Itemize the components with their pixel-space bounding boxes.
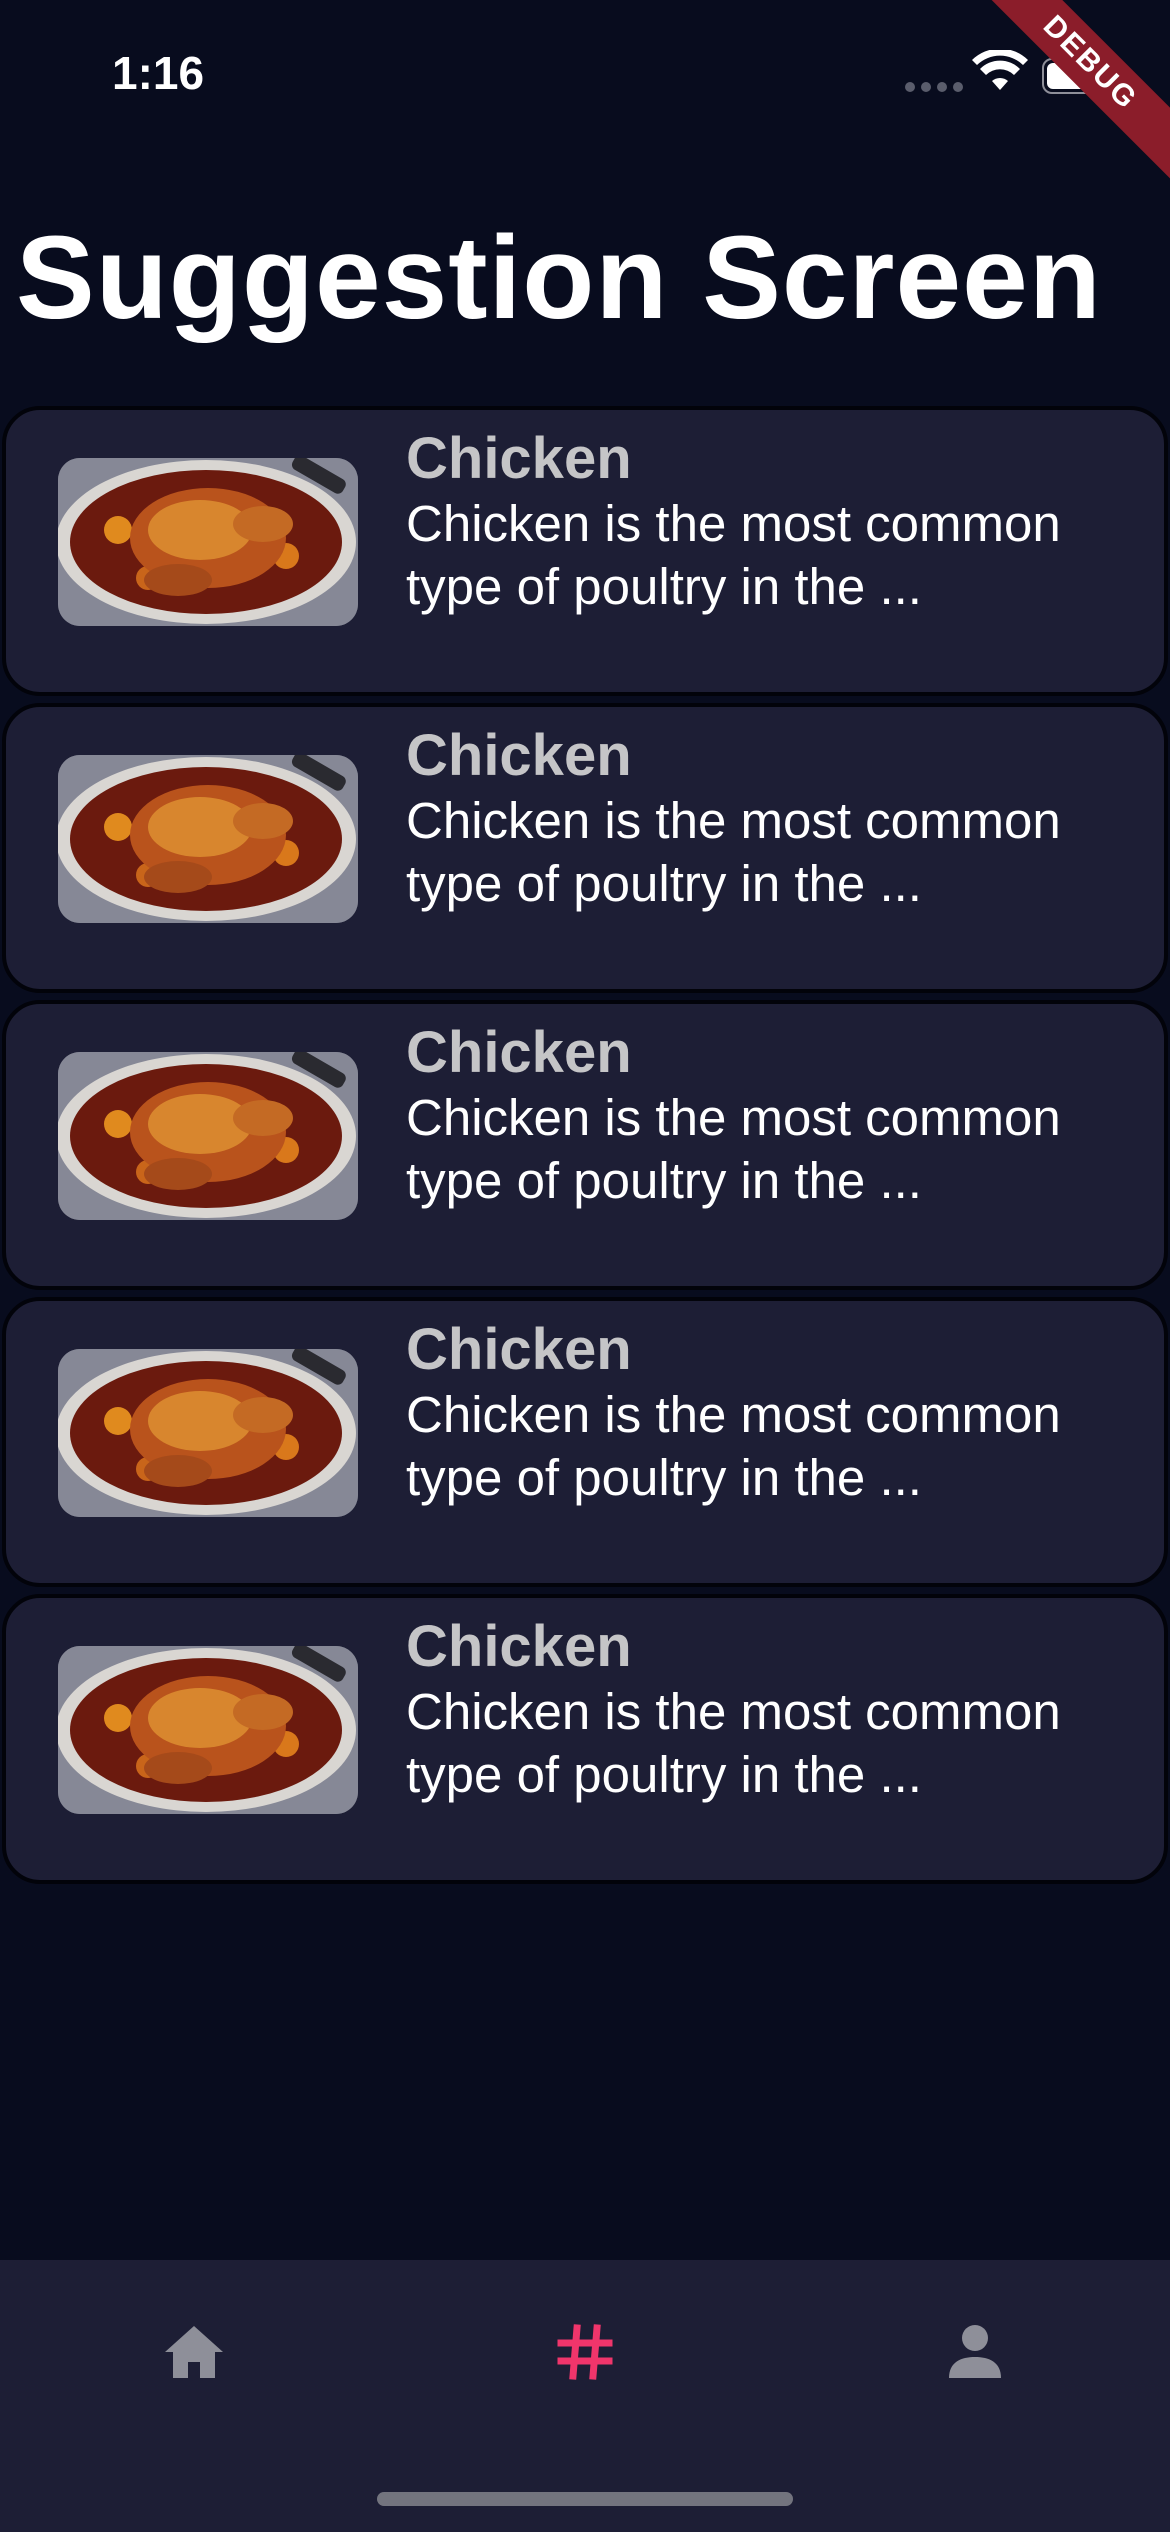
roast-chicken-image [58,1349,358,1517]
nav-profile-button[interactable] [915,2302,1035,2402]
suggestion-card[interactable]: Chicken Chicken is the most common type … [2,406,1168,696]
suggestion-description: Chicken is the most common type of poult… [406,1386,1061,1506]
suggestion-description: Chicken is the most common type of poult… [406,1089,1061,1209]
debug-banner: DEBUG [950,0,1170,220]
page-title: Suggestion Screen [16,212,1102,344]
suggestion-card[interactable]: Chicken Chicken is the most common type … [2,1000,1168,1290]
roast-chicken-image [58,458,358,626]
roast-chicken-image [58,1646,358,1814]
roast-chicken-image [58,755,358,923]
home-icon [165,2326,223,2378]
hashtag-icon [557,2324,613,2380]
suggestion-description: Chicken is the most common type of poult… [406,792,1061,912]
roast-chicken-image [58,1052,358,1220]
home-indicator [377,2492,793,2506]
suggestion-card[interactable]: Chicken Chicken is the most common type … [2,703,1168,993]
suggestion-title: Chicken [406,1317,632,1382]
suggestion-title: Chicken [406,1020,632,1085]
suggestion-card[interactable]: Chicken Chicken is the most common type … [2,1594,1168,1884]
suggestion-title: Chicken [406,1614,632,1679]
suggestion-title: Chicken [406,723,632,788]
suggestion-card[interactable]: Chicken Chicken is the most common type … [2,1297,1168,1587]
status-time: 1:16 [112,47,205,99]
suggestion-description: Chicken is the most common type of poult… [406,495,1061,615]
debug-banner-label: DEBUG [966,0,1170,187]
nav-suggestions-button[interactable] [525,2302,645,2402]
person-icon [949,2325,1001,2378]
suggestion-description: Chicken is the most common type of poult… [406,1683,1061,1803]
suggestion-list: Chicken Chicken is the most common type … [2,406,1168,1891]
suggestion-title: Chicken [406,426,632,491]
nav-home-button[interactable] [134,2302,254,2402]
